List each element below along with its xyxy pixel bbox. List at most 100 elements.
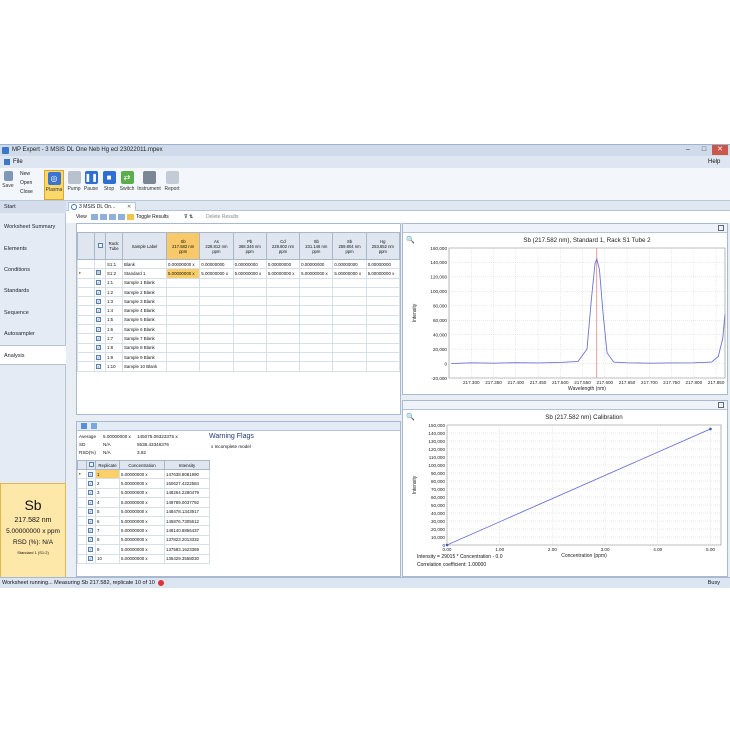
value-cell[interactable]: 0.00000000 (299, 258, 334, 270)
value-cell[interactable] (232, 305, 267, 316)
value-cell[interactable] (365, 351, 401, 363)
value-cell[interactable] (299, 286, 334, 298)
doc-tab[interactable]: 3 MSIS DL On... ✕ (68, 202, 136, 211)
close-button[interactable]: Close (20, 189, 33, 195)
nav-elements[interactable]: Elements (0, 239, 66, 259)
value-cell[interactable] (332, 324, 367, 335)
value-cell[interactable] (199, 296, 234, 307)
value-cell[interactable]: 5.00000000 x (165, 268, 201, 279)
value-cell[interactable] (199, 286, 234, 298)
table-row[interactable]: ✓ 1:1 Sample 1 Blank (77, 277, 401, 288)
value-cell[interactable] (299, 361, 334, 372)
menu-help[interactable]: Help (708, 156, 720, 168)
nav-autosampler[interactable]: Autosampler (0, 324, 66, 344)
table-row[interactable]: ✓ 1:10 Sample 10 Blank (77, 361, 401, 372)
close-icon[interactable]: ✕ (712, 145, 728, 155)
nav-sequence[interactable]: Sequence (0, 303, 66, 323)
value-cell[interactable] (332, 342, 367, 353)
value-cell[interactable] (265, 305, 301, 316)
value-cell[interactable] (265, 286, 301, 298)
value-cell[interactable]: 0.00000000 x (165, 258, 201, 270)
value-cell[interactable] (199, 342, 234, 353)
row-checkbox[interactable]: ✓ (94, 333, 106, 344)
value-cell[interactable] (265, 361, 301, 372)
value-cell[interactable] (232, 361, 267, 372)
value-cell[interactable] (299, 324, 334, 335)
row-checkbox[interactable]: ✓ (86, 478, 96, 489)
toggle-results-button[interactable]: Toggle Results (136, 211, 169, 223)
table-row[interactable]: ✓ 1:9 Sample 9 Blank (77, 351, 401, 363)
table-row[interactable]: ✓ 1:8 Sample 8 Blank (77, 342, 401, 353)
status-error-icon[interactable] (158, 579, 165, 586)
value-cell[interactable] (365, 305, 401, 316)
value-cell[interactable] (232, 286, 267, 298)
value-cell[interactable] (165, 305, 201, 316)
view-icon-1[interactable] (91, 214, 98, 220)
value-cell[interactable] (165, 324, 201, 335)
filter-icon[interactable]: ⊽ ⇅ (184, 211, 193, 223)
nav-analysis[interactable]: Analysis (0, 345, 66, 365)
value-cell[interactable]: 0.00000000 (332, 258, 367, 270)
value-cell[interactable] (199, 361, 234, 372)
value-cell[interactable]: 0.00000000 (232, 258, 267, 270)
open-button[interactable]: Open (20, 180, 32, 186)
list-item[interactable]: ✓ 2 5.00000000 x 150627.4222584 (77, 478, 210, 489)
minimize-icon[interactable]: – (680, 145, 696, 155)
value-cell[interactable] (332, 305, 367, 316)
value-cell[interactable] (199, 314, 234, 326)
nav-worksheet-summary[interactable]: Worksheet Summary (0, 217, 66, 237)
nav-start[interactable]: Start (0, 201, 66, 213)
value-cell[interactable] (265, 296, 301, 307)
row-checkbox[interactable]: ✓ (86, 515, 96, 527)
row-checkbox[interactable]: ✓ (94, 351, 106, 363)
row-checkbox[interactable]: ✓ (86, 544, 96, 555)
list-item[interactable]: ✓ 3 5.00000000 x 148264.2280479 (77, 487, 210, 499)
table-row[interactable]: ✓ 1:2 Sample 2 Blank (77, 286, 401, 298)
value-cell[interactable] (165, 277, 201, 288)
value-cell[interactable] (365, 333, 401, 344)
row-checkbox[interactable]: ✓ (94, 361, 106, 372)
view-icon-4[interactable] (118, 214, 125, 220)
value-cell[interactable] (332, 296, 367, 307)
value-cell[interactable] (299, 351, 334, 363)
value-cell[interactable] (165, 296, 201, 307)
value-cell[interactable] (165, 314, 201, 326)
value-cell[interactable] (365, 314, 401, 326)
pause-button[interactable]: ❚❚ Pause (83, 170, 99, 200)
value-cell[interactable] (265, 314, 301, 326)
list-item[interactable]: ✓ 5 5.00000000 x 148478.1343917 (77, 506, 210, 517)
row-checkbox[interactable]: ✓ (86, 553, 96, 564)
value-cell[interactable] (332, 314, 367, 326)
value-cell[interactable] (199, 333, 234, 344)
value-cell[interactable]: 5.00000000 x (365, 268, 401, 279)
new-button[interactable]: New (20, 171, 30, 177)
value-cell[interactable]: 5.00000000 x (232, 268, 267, 279)
table-row[interactable]: ✓ 1:7 Sample 7 Blank (77, 333, 401, 344)
value-cell[interactable] (265, 342, 301, 353)
value-cell[interactable] (365, 324, 401, 335)
report-button[interactable]: Report (163, 170, 181, 200)
value-cell[interactable] (365, 286, 401, 298)
stop-button[interactable]: ■ Stop (101, 170, 117, 200)
nav-conditions[interactable]: Conditions (0, 260, 66, 280)
value-cell[interactable] (332, 361, 367, 372)
value-cell[interactable] (232, 296, 267, 307)
view-icon-3[interactable] (109, 214, 116, 220)
value-cell[interactable] (365, 277, 401, 288)
row-checkbox[interactable]: ✓ (86, 487, 96, 499)
value-cell[interactable] (332, 286, 367, 298)
row-checkbox[interactable]: ✓ (94, 324, 106, 335)
switch-button[interactable]: ⇄ Switch (118, 170, 136, 200)
value-cell[interactable] (265, 277, 301, 288)
view-icon-2[interactable] (100, 214, 107, 220)
pump-button[interactable]: Pump (66, 170, 82, 200)
list-item[interactable]: ▸ ✓ 1 5.00000000 x 147638.8081990 (77, 468, 210, 480)
close-tab-icon[interactable]: ✕ (127, 203, 131, 211)
table-row[interactable]: ✓ 1:3 Sample 3 Blank (77, 296, 401, 307)
value-cell[interactable] (332, 351, 367, 363)
value-cell[interactable] (232, 333, 267, 344)
table-row[interactable]: S1:1 Blank 0.00000000 x 0.00000000 0.0000000… (77, 258, 401, 270)
row-checkbox[interactable]: ✓ (94, 286, 106, 298)
instrument-button[interactable]: Instrument (137, 170, 161, 200)
value-cell[interactable] (299, 305, 334, 316)
